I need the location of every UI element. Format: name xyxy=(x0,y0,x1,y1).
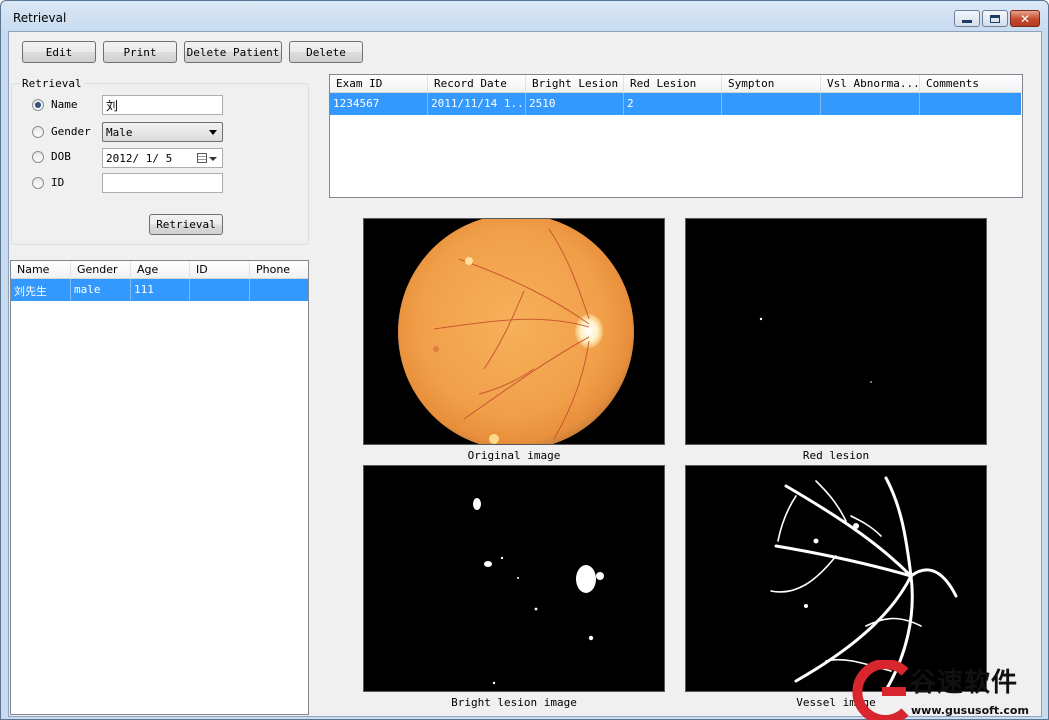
original-image xyxy=(363,218,665,445)
watermark-brand: 谷速软件 xyxy=(910,668,1019,698)
cell-age: 111 xyxy=(131,279,190,301)
maximize-button[interactable] xyxy=(982,10,1008,27)
minimize-button[interactable] xyxy=(954,10,980,27)
dob-value: 2012/ 1/ 5 xyxy=(106,151,173,165)
column-header-name[interactable]: Name xyxy=(11,261,71,279)
column-header-age[interactable]: Age xyxy=(131,261,190,279)
vessel-image xyxy=(685,465,987,692)
column-header-sympton[interactable]: Sympton xyxy=(722,75,821,93)
patient-list[interactable]: Name Gender Age ID Phone 刘先生 male 111 xyxy=(10,260,309,715)
cell-id xyxy=(190,279,250,301)
delete-patient-button[interactable]: Delete Patient xyxy=(184,41,282,63)
retrieval-button[interactable]: Retrieval xyxy=(149,214,223,235)
column-header-red-lesion[interactable]: Red Lesion xyxy=(624,75,722,93)
close-button[interactable]: ✕ xyxy=(1010,10,1040,27)
column-header-gender[interactable]: Gender xyxy=(71,261,131,279)
name-radio[interactable] xyxy=(32,98,44,111)
cell-vsl-abnormal xyxy=(821,93,920,115)
cell-gender: male xyxy=(71,279,131,301)
name-input[interactable]: 刘 xyxy=(102,95,223,115)
chevron-down-icon[interactable] xyxy=(209,157,217,161)
gender-select[interactable]: Male xyxy=(102,122,223,142)
maximize-icon xyxy=(990,14,1000,23)
table-row[interactable]: 1234567 2011/11/14 1... 2510 2 xyxy=(330,93,1021,115)
delete-button[interactable]: Delete xyxy=(289,41,363,63)
gender-select-value: Male xyxy=(106,125,133,139)
column-header-id[interactable]: ID xyxy=(190,261,250,279)
retrieval-group-label: Retrieval xyxy=(20,77,84,90)
close-icon: ✕ xyxy=(1019,11,1031,26)
name-radio-option[interactable]: Name xyxy=(32,98,78,111)
cell-bright-lesion: 2510 xyxy=(526,93,624,115)
window-title: Retrieval xyxy=(13,11,67,25)
column-header-phone[interactable]: Phone xyxy=(250,261,308,279)
cell-phone xyxy=(250,279,308,301)
dob-radio-option[interactable]: DOB xyxy=(32,150,71,163)
red-lesion-caption: Red lesion xyxy=(802,449,870,462)
dob-label: DOB xyxy=(51,150,71,163)
column-header-comments[interactable]: Comments xyxy=(920,75,1022,93)
column-header-vsl-abnormal[interactable]: Vsl Abnorma... xyxy=(821,75,920,93)
id-input[interactable] xyxy=(102,173,223,193)
original-image-caption: Original image xyxy=(467,449,561,462)
patient-list-header: Name Gender Age ID Phone xyxy=(11,261,308,279)
red-lesion-image xyxy=(685,218,987,445)
column-header-exam-id[interactable]: Exam ID xyxy=(330,75,428,93)
cell-name: 刘先生 xyxy=(11,279,71,301)
app-window: Retrieval ✕ Edit Print Delete Patient De… xyxy=(0,0,1049,720)
exam-list[interactable]: Exam ID Record Date Bright Lesion Red Le… xyxy=(329,74,1023,198)
dob-date-picker[interactable]: 2012/ 1/ 5 xyxy=(102,148,223,168)
calendar-icon[interactable] xyxy=(197,153,207,163)
cell-record-date: 2011/11/14 1... xyxy=(428,93,526,115)
client-area: Edit Print Delete Patient Delete Retriev… xyxy=(8,31,1042,717)
retrieval-group: Retrieval Name 刘 Gender Male DOB 2012/ 1… xyxy=(11,77,309,245)
name-label: Name xyxy=(51,98,78,111)
id-radio-option[interactable]: ID xyxy=(32,176,64,189)
watermark-logo: 谷速软件 www.gususoft.com xyxy=(850,659,1049,720)
gender-radio-option[interactable]: Gender xyxy=(32,125,91,138)
id-radio[interactable] xyxy=(32,176,44,189)
watermark-url: www.gususoft.com xyxy=(911,704,1029,717)
exam-list-header: Exam ID Record Date Bright Lesion Red Le… xyxy=(330,75,1022,93)
title-bar[interactable]: Retrieval ✕ xyxy=(1,1,1048,35)
gender-label: Gender xyxy=(51,125,91,138)
table-row[interactable]: 刘先生 male 111 xyxy=(11,279,308,301)
column-header-bright-lesion[interactable]: Bright Lesion xyxy=(526,75,624,93)
cell-comments xyxy=(920,93,1019,115)
cell-sympton xyxy=(722,93,821,115)
bright-lesion-image xyxy=(363,465,665,692)
edit-button[interactable]: Edit xyxy=(22,41,96,63)
bright-lesion-caption: Bright lesion image xyxy=(451,696,577,709)
cell-exam-id: 1234567 xyxy=(330,93,428,115)
gender-radio[interactable] xyxy=(32,125,44,138)
id-label: ID xyxy=(51,176,65,189)
minimize-icon xyxy=(962,20,972,23)
print-button[interactable]: Print xyxy=(103,41,177,63)
cell-red-lesion: 2 xyxy=(624,93,722,115)
column-header-record-date[interactable]: Record Date xyxy=(428,75,526,93)
window-controls: ✕ xyxy=(952,10,1040,27)
chevron-down-icon xyxy=(209,130,217,135)
dob-radio[interactable] xyxy=(32,150,44,163)
